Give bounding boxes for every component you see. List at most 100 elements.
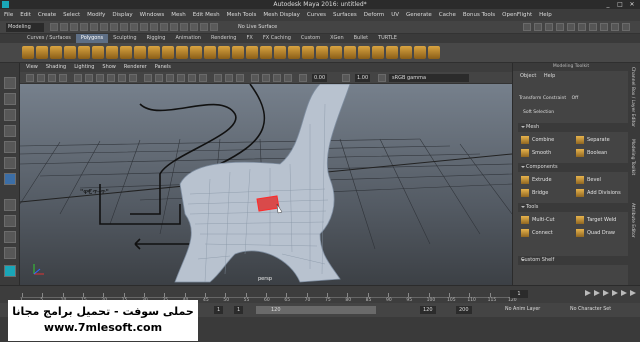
render-icon[interactable] <box>190 23 198 31</box>
shelf-tab-custom[interactable]: Custom <box>296 34 325 43</box>
poly-cube-icon[interactable] <box>36 46 48 59</box>
gamma-field[interactable]: 1.00 <box>355 74 371 82</box>
sculpt-icon[interactable] <box>274 46 286 59</box>
components-section-header[interactable]: Components <box>518 163 629 172</box>
poly-combine-icon[interactable] <box>148 46 160 59</box>
anim-layer-select[interactable]: No Anim Layer <box>505 307 540 312</box>
persp-viewport[interactable]: "ዋ€ጥ-ጥ" persp <box>20 84 512 285</box>
quad-draw-icon[interactable] <box>386 46 398 59</box>
boolean-button[interactable]: Boolean <box>575 148 627 158</box>
step-forward-icon[interactable] <box>621 290 627 296</box>
add-divisions-button[interactable]: Add Divisions <box>575 188 627 198</box>
paint-select-icon[interactable] <box>4 109 16 121</box>
toolkit-menu-help[interactable]: Help <box>544 73 555 79</box>
menu-windows[interactable]: Windows <box>140 12 165 18</box>
textured-icon[interactable] <box>177 74 185 82</box>
select-tool-icon[interactable] <box>4 77 16 89</box>
attribute-editor-icon[interactable] <box>600 23 608 31</box>
ipr-icon[interactable] <box>200 23 208 31</box>
shelf-tab-polygons[interactable]: Polygons <box>75 34 109 43</box>
snap-curve-icon[interactable] <box>140 23 148 31</box>
wireframe-icon[interactable] <box>144 74 152 82</box>
scale-tool-icon[interactable] <box>4 157 16 169</box>
extrude-icon[interactable] <box>288 46 300 59</box>
smooth-button[interactable]: Smooth <box>520 148 572 158</box>
color-management-icon[interactable] <box>378 74 386 82</box>
gamma-icon[interactable] <box>342 74 350 82</box>
select-hierarchy-icon[interactable] <box>100 23 108 31</box>
append-icon[interactable] <box>330 46 342 59</box>
tool-settings-icon[interactable] <box>611 23 619 31</box>
exposure-field[interactable]: 0.00 <box>312 74 328 82</box>
menu-deform[interactable]: Deform <box>364 12 384 18</box>
poly-cylinder-icon[interactable] <box>50 46 62 59</box>
view-transform-select[interactable]: sRGB gamma <box>389 74 469 82</box>
single-view-icon[interactable] <box>4 199 16 211</box>
menu-openflight[interactable]: OpenFlight <box>502 12 532 18</box>
selected-face[interactable] <box>256 195 280 212</box>
poly-smooth-icon[interactable] <box>176 46 188 59</box>
bevel-button[interactable]: Bevel <box>575 175 627 185</box>
select-object-icon[interactable] <box>110 23 118 31</box>
shelf-tab-rendering[interactable]: Rendering <box>206 34 242 43</box>
shelf-tab-bullet[interactable]: Bullet <box>349 34 373 43</box>
snap-view-icon[interactable] <box>160 23 168 31</box>
go-to-start-icon[interactable] <box>585 290 591 296</box>
anti-alias-icon[interactable] <box>273 74 281 82</box>
menu-mesh-display[interactable]: Mesh Display <box>263 12 300 18</box>
separate-button[interactable]: Separate <box>575 135 627 145</box>
bookmark-icon[interactable] <box>48 74 56 82</box>
vp-menu-renderer[interactable]: Renderer <box>124 63 147 72</box>
bridge-button[interactable]: Bridge <box>520 188 572 198</box>
channel-box-icon[interactable] <box>622 23 630 31</box>
vp-menu-view[interactable]: View <box>26 63 38 72</box>
multi-cut-button[interactable]: Multi-Cut <box>520 215 572 225</box>
depth-of-field-icon[interactable] <box>284 74 292 82</box>
connect-button[interactable]: Connect <box>520 228 572 238</box>
mode-select[interactable]: Modeling <box>6 23 44 32</box>
render-frame-icon[interactable] <box>567 23 575 31</box>
gate-mask-icon[interactable] <box>107 74 115 82</box>
target-weld-button[interactable]: Target Weld <box>575 215 627 225</box>
reduce-icon[interactable] <box>260 46 272 59</box>
maya-home-icon[interactable] <box>4 265 16 277</box>
film-gate-icon[interactable] <box>85 74 93 82</box>
wireframe-on-shaded-icon[interactable] <box>166 74 174 82</box>
minimize-button[interactable]: _ <box>602 0 614 9</box>
shelf-tab-xgen[interactable]: XGen <box>325 34 349 43</box>
menu-surfaces[interactable]: Surfaces <box>333 12 357 18</box>
save-scene-icon[interactable] <box>70 23 78 31</box>
time-ticks[interactable] <box>22 288 514 298</box>
motion-blur-icon[interactable] <box>262 74 270 82</box>
toolkit-menu-object[interactable]: Object <box>520 73 536 79</box>
play-forward-icon[interactable] <box>612 290 618 296</box>
shelf-tab-curves[interactable]: Curves / Surfaces <box>22 34 76 43</box>
side-tab-channel-box[interactable]: Channel Box / Layer Editor <box>630 67 635 127</box>
snap-surface-icon[interactable] <box>170 23 178 31</box>
xray-icon[interactable] <box>214 74 222 82</box>
extrude-button[interactable]: Extrude <box>520 175 572 185</box>
field-chart-icon[interactable] <box>118 74 126 82</box>
shelf-tab-fx-caching[interactable]: FX Caching <box>258 34 296 43</box>
poly-torus-icon[interactable] <box>78 46 90 59</box>
platonic-solid-icon[interactable] <box>120 46 132 59</box>
toolkit-toggle-icon[interactable] <box>589 23 597 31</box>
current-frame-field[interactable]: 1 <box>510 290 528 298</box>
menu-create[interactable]: Create <box>38 12 56 18</box>
grid-icon[interactable] <box>74 74 82 82</box>
uv-editor-icon[interactable] <box>428 46 440 59</box>
image-plane-icon[interactable] <box>59 74 67 82</box>
move-tool-icon[interactable] <box>4 125 16 137</box>
isolate-select-icon[interactable] <box>236 74 244 82</box>
mesh-section-header[interactable]: Mesh <box>518 123 629 132</box>
range-start-field[interactable]: 1 <box>214 306 224 314</box>
maximize-button[interactable]: □ <box>614 0 626 9</box>
menu-cache[interactable]: Cache <box>439 12 456 18</box>
poly-disc-icon[interactable] <box>106 46 118 59</box>
character-set-select[interactable]: No Character Set <box>570 307 611 312</box>
safe-action-icon[interactable] <box>129 74 137 82</box>
vp-menu-panels[interactable]: Panels <box>155 63 171 72</box>
menu-curves[interactable]: Curves <box>307 12 326 18</box>
xyz-icon[interactable] <box>534 23 542 31</box>
camera-attr-icon[interactable] <box>37 74 45 82</box>
